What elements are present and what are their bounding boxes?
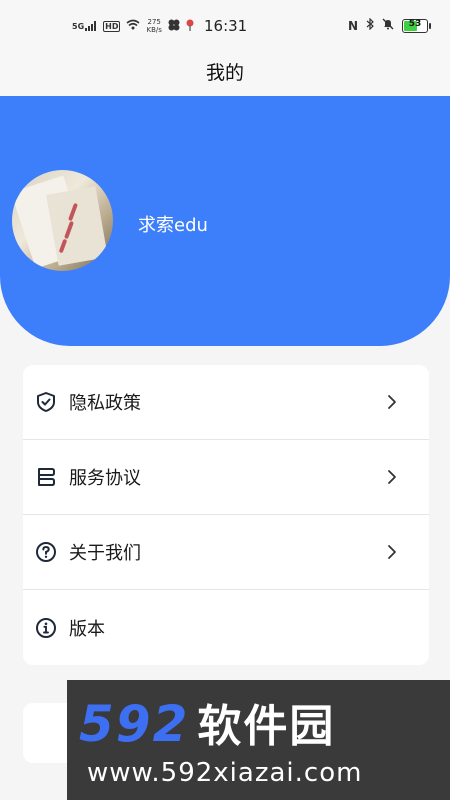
shield-icon bbox=[35, 391, 57, 413]
chevron-right-icon bbox=[388, 545, 396, 559]
username: 求索edu bbox=[138, 215, 208, 236]
avatar[interactable] bbox=[12, 170, 113, 271]
chevron-right-icon bbox=[388, 395, 396, 409]
watermark-url: www.592xiazai.com bbox=[87, 758, 363, 788]
info-icon bbox=[35, 617, 57, 639]
menu-item-about-us[interactable]: 关于我们 bbox=[23, 515, 429, 590]
nav-bar: 我的 bbox=[0, 52, 450, 96]
watermark-logo: 592 软件园 bbox=[79, 695, 336, 753]
battery-icon: 53 bbox=[402, 18, 431, 33]
agreement-icon bbox=[35, 466, 57, 488]
menu-label: 服务协议 bbox=[69, 468, 141, 489]
status-left: 5G HD 275 KB/s bbox=[72, 18, 194, 34]
menu-label: 关于我们 bbox=[69, 543, 141, 564]
profile-header: 求索edu bbox=[0, 96, 450, 346]
menu-item-service-agreement[interactable]: 服务协议 bbox=[23, 440, 429, 515]
status-time: 16:31 bbox=[204, 17, 248, 35]
signal-icon: 5G bbox=[72, 21, 97, 31]
menu-item-version[interactable]: 版本 bbox=[23, 590, 429, 665]
mute-icon bbox=[382, 18, 394, 33]
nfc-icon: N bbox=[347, 18, 358, 33]
menu-label: 版本 bbox=[69, 618, 105, 640]
question-icon bbox=[35, 541, 57, 563]
menu-item-privacy-policy[interactable]: 隐私政策 bbox=[23, 365, 429, 440]
bluetooth-icon bbox=[366, 17, 374, 33]
status-right: N 53 bbox=[347, 17, 431, 33]
page-title: 我的 bbox=[205, 62, 244, 84]
chevron-right-icon bbox=[388, 470, 396, 484]
menu-label: 隐私政策 bbox=[69, 393, 141, 414]
watermark-banner: 592 软件园 www.592xiazai.com bbox=[67, 680, 450, 800]
location-icon bbox=[186, 19, 194, 34]
app-icon bbox=[168, 19, 180, 34]
settings-menu: 隐私政策 服务协议 关于我们 版本 bbox=[23, 365, 429, 665]
network-speed: 275 KB/s bbox=[146, 18, 162, 34]
status-bar: 5G HD 275 KB/s 16:31 N 53 bbox=[0, 0, 450, 52]
hd-icon: HD bbox=[103, 20, 121, 32]
wifi-icon bbox=[126, 19, 140, 33]
